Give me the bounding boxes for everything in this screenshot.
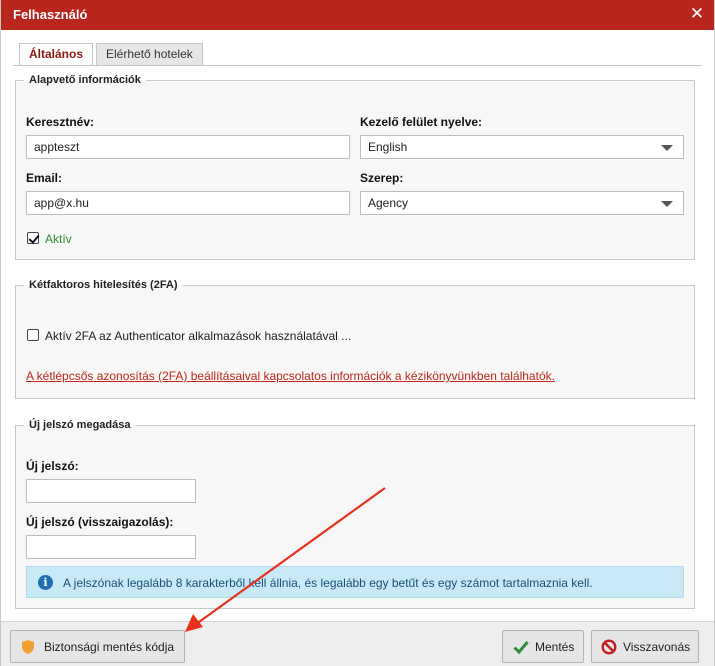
- role-select[interactable]: Agency: [360, 191, 684, 215]
- active-checkbox[interactable]: [27, 232, 39, 244]
- backup-code-label: Biztonsági mentés kódja: [44, 640, 175, 654]
- info-icon: i: [38, 575, 53, 590]
- first-name-label: Keresztnév:: [26, 115, 95, 129]
- basic-info-legend: Alapvető információk: [29, 74, 141, 86]
- two-factor-legend: Kétfaktoros hitelesítés (2FA): [29, 279, 178, 291]
- password-info-text: A jelszónak legalább 8 karakterből kell …: [63, 576, 593, 590]
- confirm-password-label: Új jelszó (visszaigazolás):: [26, 515, 174, 529]
- dialog-titlebar: Felhasználó ✕: [1, 0, 714, 30]
- tab-available-hotels[interactable]: Elérhető hotelek: [96, 43, 203, 65]
- role-label: Szerep:: [360, 171, 404, 185]
- email-label: Email:: [26, 171, 63, 185]
- two-factor-checkbox-label: Aktív 2FA az Authenticator alkalmazások …: [45, 329, 352, 343]
- two-factor-checkbox[interactable]: [27, 329, 39, 341]
- role-select-value: Agency: [368, 196, 409, 210]
- dialog-footer: Biztonsági mentés kódja Mentés Visszavon…: [1, 621, 714, 666]
- language-label: Kezelő felület nyelve:: [360, 115, 483, 129]
- checkmark-icon: [513, 641, 529, 654]
- first-name-input[interactable]: appteszt: [26, 135, 350, 159]
- password-info-box: i A jelszónak legalább 8 karakterből kel…: [26, 566, 684, 598]
- save-label: Mentés: [535, 640, 575, 654]
- backup-code-button[interactable]: Biztonsági mentés kódja: [10, 630, 185, 663]
- user-dialog: Felhasználó ✕ Általános Elérhető hotelek…: [0, 0, 715, 666]
- confirm-password-input[interactable]: [26, 535, 196, 559]
- tab-general[interactable]: Általános: [19, 43, 94, 66]
- dialog-title: Felhasználó: [13, 7, 88, 22]
- tab-bar: Általános Elérhető hotelek: [19, 43, 206, 66]
- new-password-label: Új jelszó:: [26, 459, 79, 473]
- language-select[interactable]: English: [360, 135, 684, 159]
- chevron-down-icon: [661, 145, 673, 151]
- cancel-button[interactable]: Visszavonás: [591, 630, 699, 663]
- tab-divider: [13, 65, 702, 66]
- chevron-down-icon: [661, 201, 673, 207]
- shield-icon: [22, 640, 34, 654]
- close-icon[interactable]: ✕: [688, 5, 706, 23]
- two-factor-help-link[interactable]: A kétlépcsős azonosítás (2FA) beállítása…: [26, 369, 555, 383]
- active-checkbox-label: Aktív: [45, 232, 72, 246]
- language-select-value: English: [368, 140, 408, 154]
- cancel-label: Visszavonás: [623, 640, 691, 654]
- new-password-legend: Új jelszó megadása: [29, 419, 131, 431]
- email-input[interactable]: app@x.hu: [26, 191, 350, 215]
- save-button[interactable]: Mentés: [502, 630, 584, 663]
- basic-info-section: Alapvető információk: [15, 74, 695, 260]
- prohibited-icon: [601, 639, 617, 655]
- new-password-input[interactable]: [26, 479, 196, 503]
